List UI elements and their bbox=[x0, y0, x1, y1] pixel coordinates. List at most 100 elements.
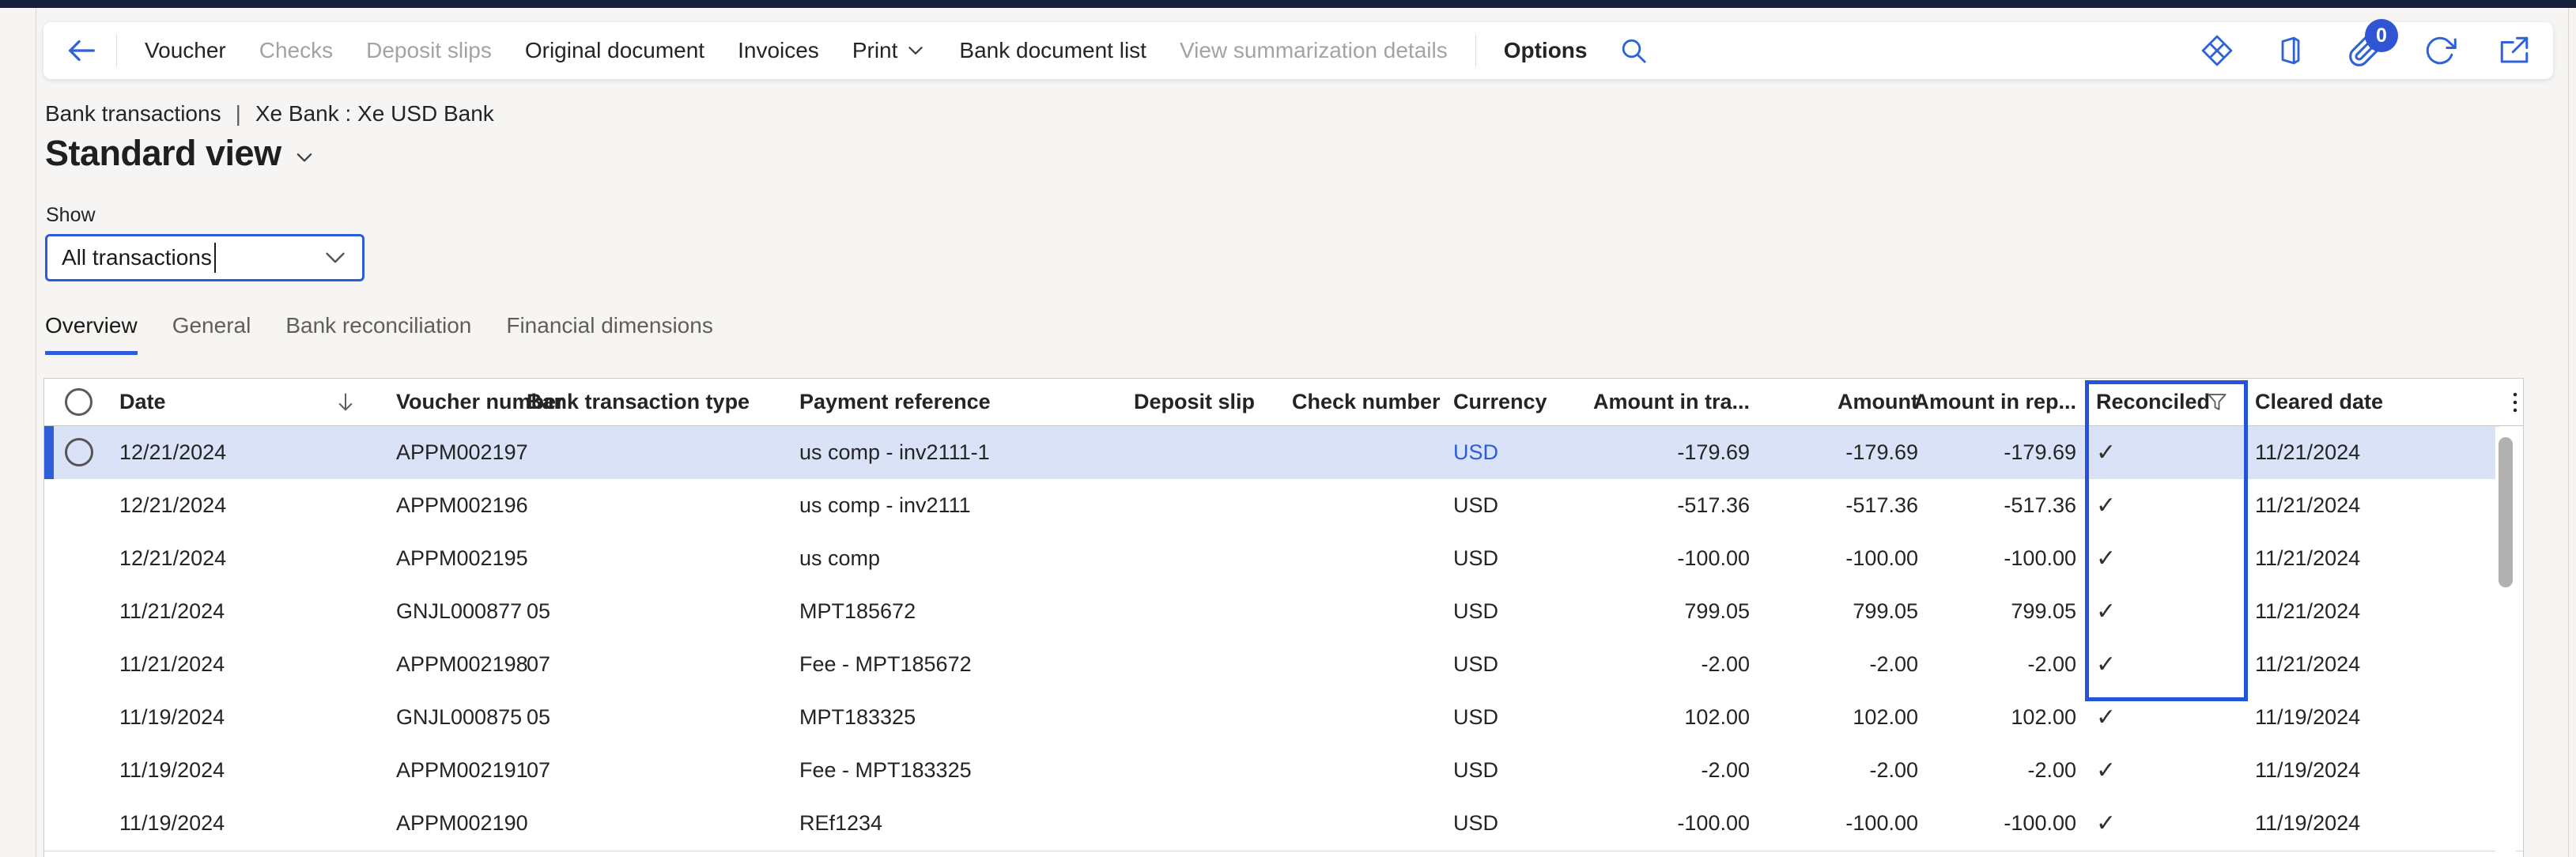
cell-deposit-slip[interactable] bbox=[1134, 426, 1280, 479]
cell-voucher-number[interactable]: APPM002191 bbox=[396, 744, 523, 797]
cell-voucher-number[interactable]: APPM002196 bbox=[396, 479, 523, 532]
show-transactions-combobox[interactable]: All transactions bbox=[45, 234, 364, 281]
cell-payment-reference[interactable]: us comp bbox=[799, 532, 1124, 585]
cell-amount-in-reporting[interactable]: -517.36 bbox=[1934, 479, 2076, 532]
refresh-button[interactable] bbox=[2423, 34, 2457, 67]
cell-cleared-date[interactable]: 11/19/2024 bbox=[2255, 797, 2453, 850]
cell-amount-in-transaction[interactable]: 102.00 bbox=[1560, 691, 1750, 744]
breadcrumb-page-link[interactable]: Bank transactions bbox=[45, 101, 221, 126]
cell-currency[interactable]: USD bbox=[1453, 691, 1556, 744]
cell-check-number[interactable] bbox=[1292, 638, 1450, 691]
vertical-scrollbar-thumb[interactable] bbox=[2499, 437, 2513, 587]
cell-date[interactable]: 11/21/2024 bbox=[119, 585, 317, 638]
cell-cleared-date[interactable]: 11/21/2024 bbox=[2255, 426, 2453, 479]
cell-voucher-number[interactable]: GNJL000877 bbox=[396, 585, 523, 638]
cell-reconciled[interactable]: ✓ bbox=[2096, 797, 2199, 850]
cell-deposit-slip[interactable] bbox=[1134, 744, 1280, 797]
cell-bank-transaction-type[interactable]: 07 bbox=[527, 638, 788, 691]
cell-currency[interactable]: USD bbox=[1453, 585, 1556, 638]
cell-currency[interactable]: USD bbox=[1453, 797, 1556, 850]
cell-payment-reference[interactable]: MPT183325 bbox=[799, 691, 1124, 744]
cell-voucher-number[interactable]: APPM002195 bbox=[396, 532, 523, 585]
cell-currency[interactable]: USD bbox=[1453, 744, 1556, 797]
cell-cleared-date[interactable]: 11/21/2024 bbox=[2255, 585, 2453, 638]
column-header-amount-in-transaction[interactable]: Amount in tra... bbox=[1560, 379, 1750, 425]
cell-deposit-slip[interactable] bbox=[1134, 797, 1280, 850]
column-header-payment-reference[interactable]: Payment reference bbox=[799, 379, 1124, 425]
cell-reconciled[interactable]: ✓ bbox=[2096, 532, 2199, 585]
cell-amount-in-transaction[interactable]: -100.00 bbox=[1560, 532, 1750, 585]
cell-amount-in-reporting[interactable]: -2.00 bbox=[1934, 744, 2076, 797]
cell-amount-in-reporting[interactable]: -100.00 bbox=[1934, 797, 2076, 850]
cell-amount-in-reporting[interactable]: 102.00 bbox=[1934, 691, 2076, 744]
column-header-reconciled[interactable]: Reconciled bbox=[2096, 379, 2199, 425]
cell-date[interactable]: 11/19/2024 bbox=[119, 691, 317, 744]
column-header-voucher-number[interactable]: Voucher number bbox=[396, 379, 523, 425]
table-row[interactable]: 11/19/2024 APPM002191 07 Fee - MPT183325… bbox=[44, 744, 2499, 797]
cell-bank-transaction-type[interactable] bbox=[527, 479, 788, 532]
cell-amount-in-transaction[interactable]: -2.00 bbox=[1560, 638, 1750, 691]
tab-overview[interactable]: Overview bbox=[45, 313, 138, 355]
cell-payment-reference[interactable]: us comp - inv2111 bbox=[799, 479, 1124, 532]
cell-amount-in-transaction[interactable]: -100.00 bbox=[1560, 797, 1750, 850]
cell-check-number[interactable] bbox=[1292, 426, 1450, 479]
cell-payment-reference[interactable]: Fee - MPT185672 bbox=[799, 638, 1124, 691]
toolbar-button[interactable]: Voucher bbox=[128, 38, 243, 63]
cell-deposit-slip[interactable] bbox=[1134, 691, 1280, 744]
select-all-radio[interactable] bbox=[65, 388, 93, 416]
cell-bank-transaction-type[interactable] bbox=[527, 797, 788, 850]
table-row[interactable]: 11/21/2024 APPM002198 07 Fee - MPT185672… bbox=[44, 638, 2499, 691]
cell-amount-in-reporting[interactable]: 799.05 bbox=[1934, 585, 2076, 638]
cell-reconciled[interactable]: ✓ bbox=[2096, 426, 2199, 479]
cell-date[interactable]: 11/19/2024 bbox=[119, 797, 317, 850]
options-button[interactable]: Options bbox=[1487, 38, 1604, 63]
cell-voucher-number[interactable]: APPM002198 bbox=[396, 638, 523, 691]
cell-date[interactable]: 11/19/2024 bbox=[119, 744, 317, 797]
column-header-amount-in-reporting[interactable]: Amount in rep... bbox=[1934, 379, 2076, 425]
cell-date[interactable]: 12/21/2024 bbox=[119, 426, 317, 479]
cell-bank-transaction-type[interactable]: 05 bbox=[527, 691, 788, 744]
tab-financial-dimensions[interactable]: Financial dimensions bbox=[506, 313, 712, 355]
back-button[interactable] bbox=[58, 30, 105, 71]
cell-cleared-date[interactable]: 11/21/2024 bbox=[2255, 532, 2453, 585]
cell-currency[interactable]: USD bbox=[1453, 479, 1556, 532]
cell-check-number[interactable] bbox=[1292, 585, 1450, 638]
column-header-cleared-date[interactable]: Cleared date bbox=[2255, 379, 2453, 425]
cell-payment-reference[interactable]: us comp - inv2111-1 bbox=[799, 426, 1124, 479]
table-row[interactable]: 12/21/2024 APPM002195 us comp USD -100.0… bbox=[44, 532, 2499, 585]
toolbar-button[interactable]: Bank document list bbox=[942, 38, 1163, 63]
cell-voucher-number[interactable]: GNJL000875 bbox=[396, 691, 523, 744]
cell-check-number[interactable] bbox=[1292, 744, 1450, 797]
tab-general[interactable]: General bbox=[172, 313, 251, 355]
breadcrumb-record-link[interactable]: Xe Bank : Xe USD Bank bbox=[255, 101, 494, 126]
toolbar-button[interactable]: Invoices bbox=[721, 38, 836, 63]
cell-check-number[interactable] bbox=[1292, 479, 1450, 532]
cell-deposit-slip[interactable] bbox=[1134, 585, 1280, 638]
cell-date[interactable]: 12/21/2024 bbox=[119, 479, 317, 532]
cell-currency[interactable]: USD bbox=[1453, 532, 1556, 585]
row-select-radio[interactable] bbox=[65, 438, 93, 466]
cell-amount-in-transaction[interactable]: -2.00 bbox=[1560, 744, 1750, 797]
cell-reconciled[interactable]: ✓ bbox=[2096, 744, 2199, 797]
table-row[interactable]: 12/21/2024 APPM002197 us comp - inv2111-… bbox=[44, 426, 2499, 479]
column-header-currency[interactable]: Currency bbox=[1453, 379, 1556, 425]
cell-deposit-slip[interactable] bbox=[1134, 638, 1280, 691]
cell-deposit-slip[interactable] bbox=[1134, 479, 1280, 532]
cell-voucher-number[interactable]: APPM002190 bbox=[396, 797, 523, 850]
table-row[interactable]: 11/19/2024 APPM002190 REf1234 USD -100.0… bbox=[44, 797, 2499, 850]
cell-currency[interactable]: USD bbox=[1453, 426, 1556, 479]
table-row[interactable]: 11/21/2024 GNJL000877 05 MPT185672 USD 7… bbox=[44, 585, 2499, 638]
cell-check-number[interactable] bbox=[1292, 532, 1450, 585]
grid-more-options-button[interactable] bbox=[2499, 387, 2531, 418]
cell-amount[interactable]: -2.00 bbox=[1776, 638, 1918, 691]
attachments-button[interactable]: 0 bbox=[2347, 33, 2382, 68]
cell-amount[interactable]: 799.05 bbox=[1776, 585, 1918, 638]
toolbar-button[interactable]: Print bbox=[836, 38, 943, 63]
cell-amount-in-transaction[interactable]: 799.05 bbox=[1560, 585, 1750, 638]
cell-amount[interactable]: 102.00 bbox=[1776, 691, 1918, 744]
table-row[interactable]: 12/21/2024 APPM002196 us comp - inv2111 … bbox=[44, 479, 2499, 532]
cell-check-number[interactable] bbox=[1292, 797, 1450, 850]
cell-amount[interactable]: -517.36 bbox=[1776, 479, 1918, 532]
cell-bank-transaction-type[interactable]: 07 bbox=[527, 744, 788, 797]
cell-amount-in-reporting[interactable]: -2.00 bbox=[1934, 638, 2076, 691]
